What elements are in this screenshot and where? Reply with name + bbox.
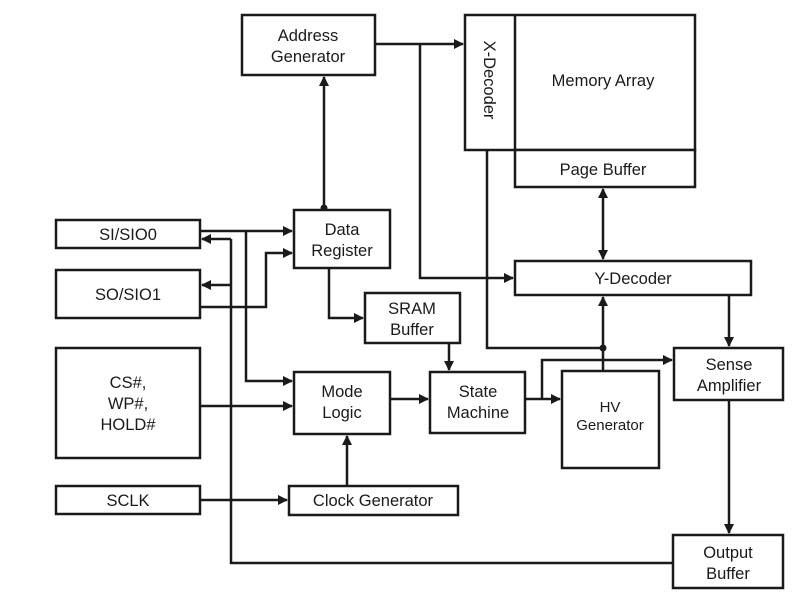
svg-text:Memory Array: Memory Array <box>552 72 655 90</box>
svg-text:Data: Data <box>325 221 361 239</box>
svg-text:SO/SIO1: SO/SIO1 <box>95 286 161 304</box>
memory-array-block: Memory Array <box>463 13 697 152</box>
hv-generator-block: HV Generator <box>560 369 661 470</box>
clock-generator-block: Clock Generator <box>287 484 460 517</box>
x-decoder-block: X-Decoder <box>480 41 498 120</box>
control-pins-block: CS#, WP#, HOLD# <box>54 346 202 460</box>
sram-buffer-block: SRAM Buffer <box>363 291 462 345</box>
y-decoder-block: Y-Decoder <box>513 259 753 297</box>
output-buffer-block: Output Buffer <box>671 533 785 590</box>
svg-text:X-Decoder: X-Decoder <box>480 41 498 120</box>
flash-block-diagram: Address Generator Memory Array X-Decoder… <box>54 13 785 590</box>
svg-text:SRAM: SRAM <box>388 300 436 318</box>
svg-text:Mode: Mode <box>321 383 362 401</box>
svg-text:Register: Register <box>311 242 373 260</box>
mode-logic-block: Mode Logic <box>292 370 392 436</box>
sclk-block: SCLK <box>54 484 202 516</box>
page-buffer-block: Page Buffer <box>513 148 697 189</box>
svg-text:HOLD#: HOLD# <box>100 416 156 434</box>
arrow-dataregister-to-sram <box>327 268 364 323</box>
svg-text:Generator: Generator <box>271 48 346 66</box>
svg-text:HV: HV <box>600 399 621 416</box>
svg-text:Output: Output <box>703 544 753 562</box>
si-sio0-block: SI/SIO0 <box>54 218 202 250</box>
svg-text:Sense: Sense <box>706 356 753 374</box>
svg-text:Logic: Logic <box>322 404 361 422</box>
svg-text:Buffer: Buffer <box>390 321 434 339</box>
address-generator-block: Address Generator <box>240 13 377 77</box>
state-machine-block: State Machine <box>428 370 527 435</box>
svg-text:Buffer: Buffer <box>706 565 750 583</box>
svg-text:State: State <box>459 383 498 401</box>
svg-text:Amplifier: Amplifier <box>697 377 762 395</box>
svg-text:Y-Decoder: Y-Decoder <box>594 270 672 288</box>
svg-text:Clock Generator: Clock Generator <box>313 492 434 510</box>
svg-text:SCLK: SCLK <box>106 492 149 510</box>
svg-text:WP#,: WP#, <box>108 395 148 413</box>
data-register-block: Data Register <box>292 208 392 270</box>
svg-text:Page Buffer: Page Buffer <box>560 161 647 179</box>
so-sio1-block: SO/SIO1 <box>54 268 202 320</box>
svg-text:Machine: Machine <box>447 404 509 422</box>
svg-text:SI/SIO0: SI/SIO0 <box>99 226 157 244</box>
svg-text:CS#,: CS#, <box>110 374 147 392</box>
svg-text:Generator: Generator <box>576 417 644 434</box>
sense-amplifier-block: Sense Amplifier <box>672 346 785 402</box>
svg-text:Address: Address <box>278 27 339 45</box>
